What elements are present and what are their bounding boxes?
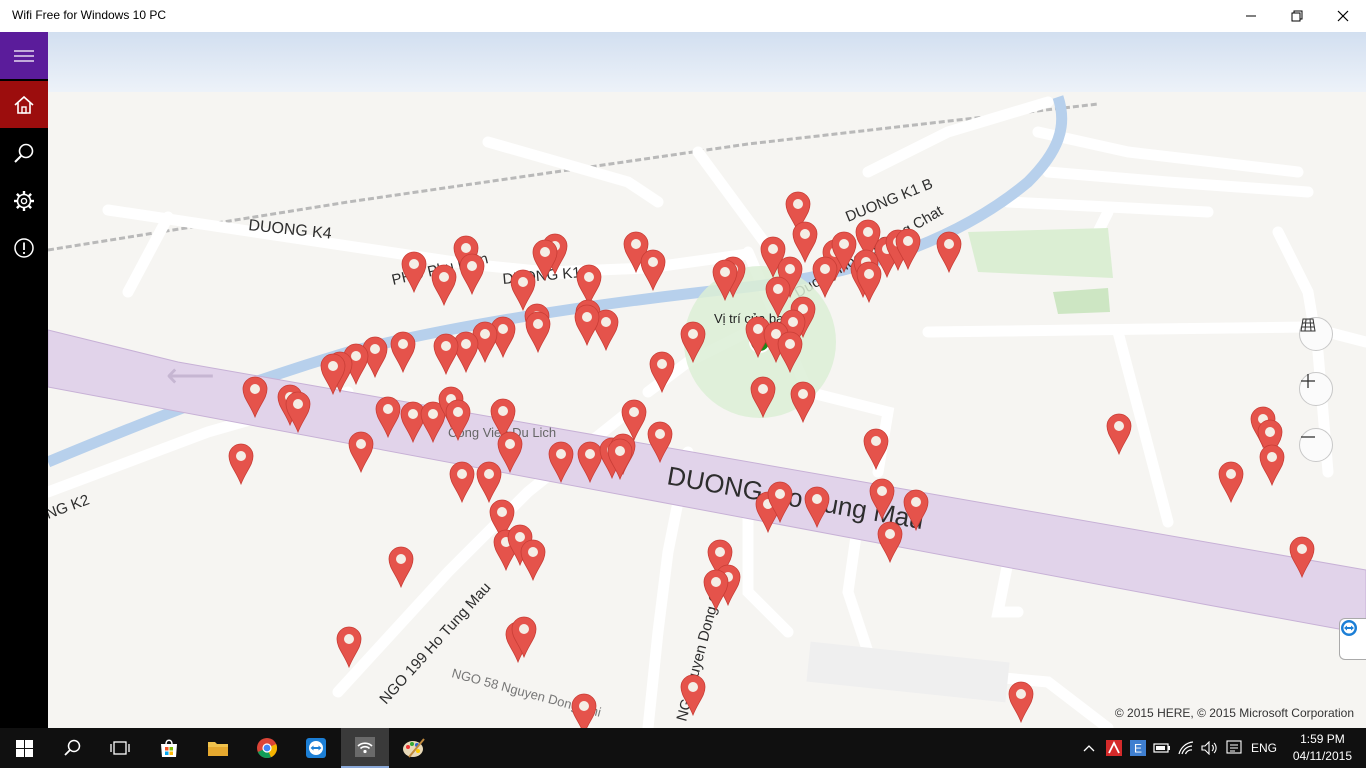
map-canvas[interactable]: ⟵ DUONG K4 PHO Phu Dien DUONG K1 B DUONG… <box>48 32 1366 728</box>
antivirus-icon <box>1106 740 1122 756</box>
search-icon <box>14 143 34 163</box>
sky-horizon <box>48 32 1366 92</box>
tray-language[interactable]: ENG <box>1248 728 1280 768</box>
battery-icon <box>1153 743 1170 753</box>
volume-icon <box>1201 741 1217 755</box>
chevron-up-icon <box>1083 745 1095 752</box>
taskbar-app-paint[interactable] <box>390 728 438 768</box>
minimize-icon <box>1246 15 1256 17</box>
teamviewer-tab[interactable] <box>1339 618 1366 660</box>
close-icon <box>1337 10 1349 22</box>
taskbar: E ENG 1:59 PM 04/11/2015 <box>0 728 1366 768</box>
svg-text:⟵: ⟵ <box>166 357 215 395</box>
gear-icon <box>14 190 34 211</box>
sidebar-item-search[interactable] <box>0 129 48 176</box>
paint-icon <box>403 738 425 758</box>
tray-battery[interactable] <box>1151 728 1173 768</box>
folder-icon <box>208 742 228 756</box>
taskbar-app-wifi-free[interactable] <box>341 728 389 768</box>
minimize-button[interactable] <box>1228 0 1274 32</box>
task-view-button[interactable] <box>96 728 144 768</box>
tray-app-e[interactable]: E <box>1127 728 1149 768</box>
teamviewer-icon <box>1341 620 1357 636</box>
title-bar: Wifi Free for Windows 10 PC <box>0 0 1366 32</box>
clock-time: 1:59 PM <box>1300 732 1345 746</box>
sidebar-item-home[interactable] <box>0 81 48 128</box>
taskbar-app-file-explorer[interactable] <box>194 728 242 768</box>
clock-date: 04/11/2015 <box>1292 749 1352 763</box>
info-icon <box>14 237 34 258</box>
tray-action-center[interactable] <box>1223 728 1245 768</box>
map-copyright: © 2015 HERE, © 2015 Microsoft Corporatio… <box>1114 706 1354 720</box>
map-style-button[interactable] <box>1299 317 1333 351</box>
tray-app-icon: E <box>1130 740 1146 756</box>
sidebar-item-settings[interactable] <box>0 177 48 224</box>
teamviewer-icon <box>306 738 326 758</box>
search-icon <box>64 739 81 756</box>
svg-text:E: E <box>1134 742 1142 756</box>
zoom-out-icon <box>1301 436 1315 438</box>
tray-volume[interactable] <box>1199 728 1221 768</box>
sidebar <box>0 32 48 728</box>
wifi-icon <box>1178 741 1194 755</box>
home-icon <box>14 95 34 114</box>
zoom-out-button[interactable] <box>1299 428 1333 462</box>
zoom-in-button[interactable] <box>1299 372 1333 406</box>
close-button[interactable] <box>1320 0 1366 32</box>
map-view[interactable]: ⟵ DUONG K4 PHO Phu Dien DUONG K1 B DUONG… <box>48 32 1366 728</box>
tray-antivirus[interactable] <box>1103 728 1125 768</box>
chrome-icon <box>257 738 278 759</box>
taskbar-app-teamviewer[interactable] <box>292 728 340 768</box>
zoom-in-icon <box>1301 374 1315 388</box>
restore-icon <box>1291 10 1303 22</box>
windows-start-icon <box>15 739 33 757</box>
map-style-icon <box>1300 318 1316 332</box>
tray-clock[interactable]: 1:59 PM 04/11/2015 <box>1293 731 1352 765</box>
wifi-app-icon <box>355 737 375 757</box>
action-center-icon <box>1226 740 1242 754</box>
taskbar-app-chrome[interactable] <box>243 728 291 768</box>
window-title: Wifi Free for Windows 10 PC <box>12 8 167 22</box>
taskbar-app-store[interactable] <box>145 728 193 768</box>
start-button[interactable] <box>0 728 48 768</box>
store-icon <box>161 739 177 757</box>
tray-wifi[interactable] <box>1175 728 1197 768</box>
taskbar-search-button[interactable] <box>48 728 96 768</box>
restore-button[interactable] <box>1274 0 1320 32</box>
sidebar-item-about[interactable] <box>0 224 48 271</box>
task-view-icon <box>110 741 130 755</box>
tray-overflow-button[interactable] <box>1078 728 1100 768</box>
hamburger-icon <box>14 49 34 62</box>
sidebar-item-menu[interactable] <box>0 32 48 79</box>
